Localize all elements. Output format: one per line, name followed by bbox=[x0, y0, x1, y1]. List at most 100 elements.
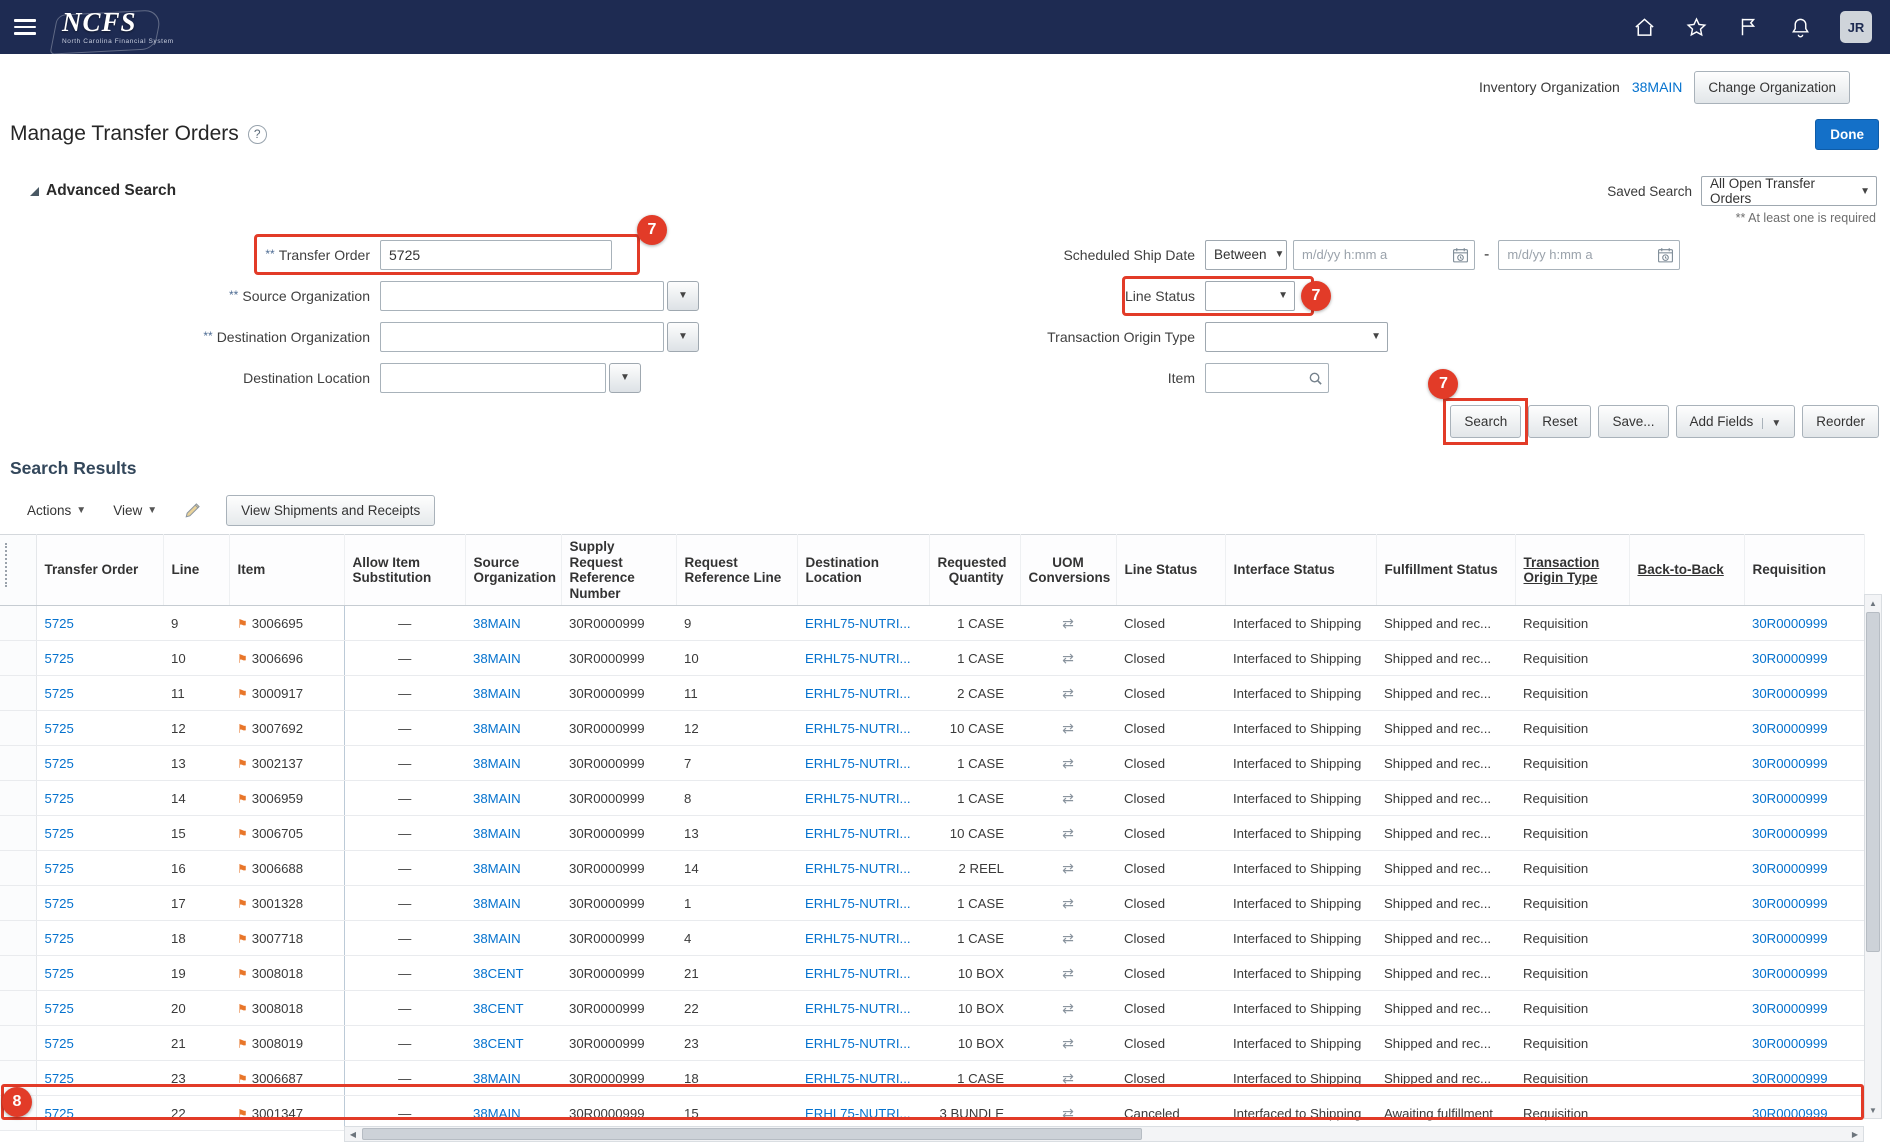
cell-link[interactable]: 30R0000999 bbox=[1752, 616, 1828, 631]
home-icon[interactable] bbox=[1632, 15, 1656, 39]
ship-date-operator-select[interactable]: Between ▼ bbox=[1205, 240, 1287, 270]
table-cell[interactable]: 5725 bbox=[36, 1061, 163, 1096]
flag-icon[interactable] bbox=[1736, 15, 1760, 39]
cell-link[interactable]: 38MAIN bbox=[473, 791, 521, 806]
cell-link[interactable]: 38MAIN bbox=[473, 1071, 521, 1086]
table-cell[interactable]: 30R0000999 bbox=[1744, 676, 1864, 711]
table-cell[interactable]: ERHL75-NUTRI... bbox=[797, 991, 929, 1026]
table-cell[interactable]: 5725 bbox=[36, 1026, 163, 1061]
uom-conversion-icon[interactable]: ⇄ bbox=[1062, 720, 1074, 736]
cell-link[interactable]: 38MAIN bbox=[473, 686, 521, 701]
cell-link[interactable]: ERHL75-NUTRI... bbox=[805, 861, 911, 876]
row-selector[interactable] bbox=[0, 746, 36, 781]
column-header[interactable]: Request Reference Line bbox=[676, 535, 797, 606]
table-cell[interactable]: 38MAIN bbox=[465, 886, 561, 921]
cell-link[interactable]: 5725 bbox=[45, 1036, 74, 1051]
column-header[interactable]: Requested Quantity bbox=[929, 535, 1020, 606]
table-row[interactable]: 572521⚑3008019—38CENT30R000099923ERHL75-… bbox=[0, 1026, 1864, 1061]
column-header[interactable]: Interface Status bbox=[1225, 535, 1376, 606]
table-cell[interactable]: ERHL75-NUTRI... bbox=[797, 886, 929, 921]
row-selector[interactable] bbox=[0, 886, 36, 921]
uom-conversion-icon[interactable]: ⇄ bbox=[1062, 860, 1074, 876]
view-shipments-receipts-button[interactable]: View Shipments and Receipts bbox=[226, 495, 435, 526]
column-header[interactable]: Transfer Order bbox=[36, 535, 163, 606]
column-header[interactable]: Requisition bbox=[1744, 535, 1864, 606]
cell-link[interactable]: 30R0000999 bbox=[1752, 791, 1828, 806]
cell-link[interactable]: 38MAIN bbox=[473, 756, 521, 771]
table-cell[interactable]: 38MAIN bbox=[465, 641, 561, 676]
table-cell[interactable]: 30R0000999 bbox=[1744, 641, 1864, 676]
table-cell[interactable]: 30R0000999 bbox=[1744, 711, 1864, 746]
ship-date-to-input[interactable] bbox=[1499, 241, 1679, 269]
table-row[interactable]: 572514⚑3006959—38MAIN30R00009998ERHL75-N… bbox=[0, 781, 1864, 816]
column-header[interactable]: UOM Conversions bbox=[1020, 535, 1116, 606]
table-cell[interactable]: ⇄ bbox=[1020, 851, 1116, 886]
table-cell[interactable]: ERHL75-NUTRI... bbox=[797, 711, 929, 746]
table-cell[interactable]: 30R0000999 bbox=[1744, 956, 1864, 991]
destination-organization-input[interactable] bbox=[380, 322, 664, 352]
organization-link[interactable]: 38MAIN bbox=[1632, 79, 1683, 95]
table-row[interactable]: 572519⚑3008018—38CENT30R000099921ERHL75-… bbox=[0, 956, 1864, 991]
saved-search-select[interactable]: All Open Transfer Orders ▼ bbox=[1701, 176, 1877, 206]
cell-link[interactable]: ERHL75-NUTRI... bbox=[805, 791, 911, 806]
row-selector[interactable] bbox=[0, 816, 36, 851]
table-cell[interactable]: ⇄ bbox=[1020, 746, 1116, 781]
table-cell[interactable]: 30R0000999 bbox=[1744, 851, 1864, 886]
row-selector[interactable] bbox=[0, 851, 36, 886]
cell-link[interactable]: 38MAIN bbox=[473, 826, 521, 841]
destination-location-input[interactable] bbox=[380, 363, 606, 393]
cell-link[interactable]: 5725 bbox=[45, 616, 74, 631]
table-row[interactable]: 572515⚑3006705—38MAIN30R000099913ERHL75-… bbox=[0, 816, 1864, 851]
view-menu[interactable]: View▼ bbox=[113, 503, 157, 518]
cell-link[interactable]: 38MAIN bbox=[473, 896, 521, 911]
cell-link[interactable]: 38CENT bbox=[473, 1001, 524, 1016]
table-cell[interactable]: 30R0000999 bbox=[1744, 816, 1864, 851]
uom-conversion-icon[interactable]: ⇄ bbox=[1062, 1000, 1074, 1016]
search-icon[interactable] bbox=[1308, 371, 1323, 391]
cell-link[interactable]: 38CENT bbox=[473, 1036, 524, 1051]
table-cell[interactable]: 38MAIN bbox=[465, 921, 561, 956]
row-selector[interactable] bbox=[0, 991, 36, 1026]
table-cell[interactable]: ERHL75-NUTRI... bbox=[797, 781, 929, 816]
table-cell[interactable]: 30R0000999 bbox=[1744, 921, 1864, 956]
cell-link[interactable]: 5725 bbox=[45, 931, 74, 946]
cell-link[interactable]: ERHL75-NUTRI... bbox=[805, 966, 911, 981]
table-cell[interactable]: ⇄ bbox=[1020, 991, 1116, 1026]
cell-link[interactable]: 30R0000999 bbox=[1752, 826, 1828, 841]
table-cell[interactable]: ERHL75-NUTRI... bbox=[797, 816, 929, 851]
table-cell[interactable]: ERHL75-NUTRI... bbox=[797, 1061, 929, 1096]
row-selector[interactable] bbox=[0, 606, 36, 641]
advanced-search-title[interactable]: Advanced Search bbox=[30, 182, 176, 200]
cell-link[interactable]: ERHL75-NUTRI... bbox=[805, 616, 911, 631]
cell-link[interactable]: ERHL75-NUTRI... bbox=[805, 826, 911, 841]
scroll-up-icon[interactable]: ▲ bbox=[1865, 595, 1881, 611]
cell-link[interactable]: ERHL75-NUTRI... bbox=[805, 651, 911, 666]
uom-conversion-icon[interactable]: ⇄ bbox=[1062, 685, 1074, 701]
calendar-icon[interactable] bbox=[1452, 247, 1469, 269]
cell-link[interactable]: 30R0000999 bbox=[1752, 651, 1828, 666]
table-cell[interactable]: 30R0000999 bbox=[1744, 781, 1864, 816]
vertical-scrollbar[interactable]: ▲ ▼ bbox=[1864, 594, 1882, 1119]
column-header[interactable]: Transaction Origin Type bbox=[1515, 535, 1629, 606]
line-status-select[interactable]: ▼ bbox=[1205, 281, 1295, 311]
column-header[interactable]: Destination Location bbox=[797, 535, 929, 606]
table-cell[interactable]: 38MAIN bbox=[465, 1061, 561, 1096]
change-organization-button[interactable]: Change Organization bbox=[1694, 71, 1850, 104]
table-cell[interactable]: ERHL75-NUTRI... bbox=[797, 746, 929, 781]
actions-menu[interactable]: Actions▼ bbox=[27, 503, 86, 518]
table-cell[interactable]: 30R0000999 bbox=[1744, 746, 1864, 781]
cell-link[interactable]: ERHL75-NUTRI... bbox=[805, 1036, 911, 1051]
table-cell[interactable]: 30R0000999 bbox=[1744, 606, 1864, 641]
uom-conversion-icon[interactable]: ⇄ bbox=[1062, 790, 1074, 806]
cell-link[interactable]: 5725 bbox=[45, 651, 74, 666]
uom-conversion-icon[interactable]: ⇄ bbox=[1062, 1105, 1074, 1121]
table-cell[interactable]: 5725 bbox=[36, 606, 163, 641]
add-fields-button[interactable]: Add Fields▼ bbox=[1676, 405, 1796, 438]
uom-conversion-icon[interactable]: ⇄ bbox=[1062, 1035, 1074, 1051]
table-cell[interactable]: ⇄ bbox=[1020, 641, 1116, 676]
table-cell[interactable]: 30R0000999 bbox=[1744, 991, 1864, 1026]
table-cell[interactable]: 5725 bbox=[36, 921, 163, 956]
column-header[interactable]: Supply Request Reference Number bbox=[561, 535, 676, 606]
table-row[interactable]: 572512⚑3007692—38MAIN30R000099912ERHL75-… bbox=[0, 711, 1864, 746]
table-cell[interactable]: ERHL75-NUTRI... bbox=[797, 641, 929, 676]
